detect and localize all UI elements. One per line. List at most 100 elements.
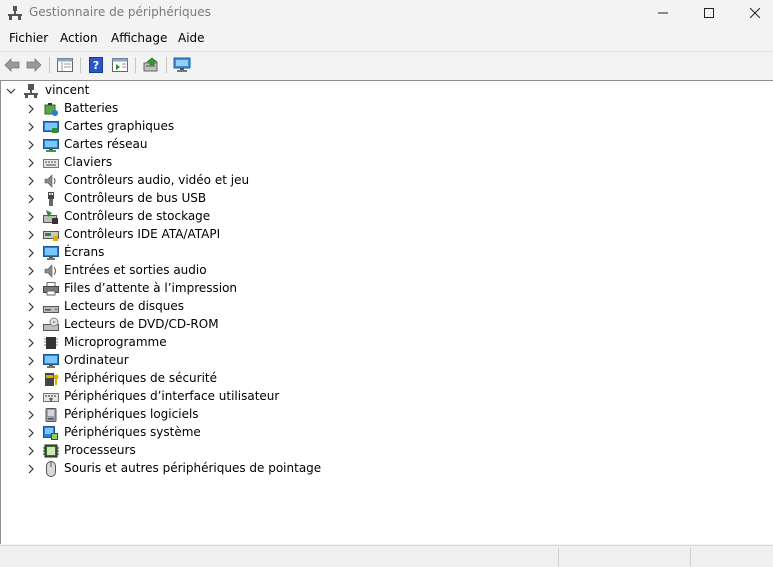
tree-item-label: Contrôleurs IDE ATA/ATAPI (64, 227, 221, 241)
tree-item-label: Périphériques système (64, 425, 201, 439)
back-arrow-icon (4, 58, 20, 72)
tree-root-label: vincent (45, 83, 90, 97)
chevron-right-icon[interactable] (26, 104, 36, 114)
menu-action[interactable]: Action (60, 31, 98, 45)
chevron-right-icon[interactable] (26, 320, 36, 330)
chevron-right-icon[interactable] (26, 356, 36, 366)
disk-drive-icon (43, 306, 59, 313)
chevron-down-icon[interactable] (6, 86, 16, 96)
tree-item[interactable]: Claviers (1, 154, 773, 172)
scan-hardware-button[interactable] (172, 55, 192, 75)
tree-item[interactable]: Batteries (1, 100, 773, 118)
toolbar: ? (0, 51, 773, 78)
tree-item[interactable]: Ordinateur (1, 352, 773, 370)
tree-item[interactable]: Entrées et sorties audio (1, 262, 773, 280)
minimize-button[interactable] (640, 0, 686, 26)
details-pane-button[interactable] (110, 55, 130, 75)
status-bar (0, 545, 773, 567)
forward-arrow-icon (26, 58, 42, 72)
tree-item-label: Périphériques de sécurité (64, 371, 218, 385)
monitor-icon (43, 246, 59, 260)
toolbar-separator (80, 57, 81, 73)
tree-item-label: Écrans (64, 245, 105, 259)
maximize-button[interactable] (686, 0, 732, 26)
computer-icon (24, 84, 38, 98)
tree-item[interactable]: Contrôleurs de stockage (1, 208, 773, 226)
tree-item[interactable]: Contrôleurs de bus USB (1, 190, 773, 208)
chevron-right-icon[interactable] (26, 410, 36, 420)
computer-monitor-icon (43, 354, 59, 368)
tree-item[interactable]: Contrôleurs IDE ATA/ATAPI (1, 226, 773, 244)
tree-item[interactable]: Contrôleurs audio, vidéo et jeu (1, 172, 773, 190)
tree-item[interactable]: Périphériques système (1, 424, 773, 442)
tree-item-label: Souris et autres périphériques de pointa… (64, 461, 322, 475)
tree-item[interactable]: Périphériques logiciels (1, 406, 773, 424)
firmware-chip-icon (44, 337, 58, 349)
tree-item[interactable]: Files d’attente à l’impression (1, 280, 773, 298)
tree-item-label: Cartes réseau (64, 137, 148, 151)
chevron-right-icon[interactable] (26, 464, 36, 474)
software-device-icon (45, 408, 57, 422)
status-pane (558, 548, 691, 567)
chevron-right-icon[interactable] (26, 140, 36, 150)
chevron-right-icon[interactable] (26, 374, 36, 384)
chevron-right-icon[interactable] (26, 230, 36, 240)
chevron-right-icon[interactable] (26, 248, 36, 258)
window-title: Gestionnaire de périphériques (29, 5, 211, 19)
help-button[interactable]: ? (86, 55, 106, 75)
tree-item-label: Périphériques d’interface utilisateur (64, 389, 280, 403)
chevron-right-icon[interactable] (26, 122, 36, 132)
back-button[interactable] (2, 55, 22, 75)
tree-item[interactable]: Souris et autres périphériques de pointa… (1, 460, 773, 478)
tree-item[interactable]: Processeurs (1, 442, 773, 460)
menu-fichier[interactable]: Fichier (9, 31, 48, 45)
tree-item-label: Contrôleurs de stockage (64, 209, 211, 223)
tree-item[interactable]: Écrans (1, 244, 773, 262)
tree-item-label: Ordinateur (64, 353, 129, 367)
chevron-right-icon[interactable] (26, 302, 36, 312)
svg-text:?: ? (93, 59, 99, 72)
menu-aide[interactable]: Aide (178, 31, 205, 45)
chevron-right-icon[interactable] (26, 158, 36, 168)
usb-icon (48, 192, 54, 206)
tree-item[interactable]: Cartes réseau (1, 136, 773, 154)
chevron-right-icon[interactable] (26, 284, 36, 294)
device-manager-icon (8, 6, 22, 20)
mouse-icon (46, 461, 56, 477)
chevron-right-icon[interactable] (26, 194, 36, 204)
close-button[interactable] (732, 0, 773, 26)
tree-item[interactable]: Lecteurs de disques (1, 298, 773, 316)
tree-item-label: Contrôleurs audio, vidéo et jeu (64, 173, 250, 187)
tree-item-label: Cartes graphiques (64, 119, 175, 133)
tree-item-label: Microprogramme (64, 335, 167, 349)
tree-item[interactable]: Périphériques d’interface utilisateur (1, 388, 773, 406)
properties-view-icon (57, 58, 73, 72)
toolbar-separator (135, 57, 136, 73)
tree-item-label: Processeurs (64, 443, 136, 457)
menu-affichage[interactable]: Affichage (111, 31, 167, 45)
chevron-right-icon[interactable] (26, 176, 36, 186)
chevron-right-icon[interactable] (26, 428, 36, 438)
title-bar: Gestionnaire de périphériques (0, 0, 773, 26)
tree-root[interactable]: vincent (1, 82, 773, 100)
network-adapter-icon (43, 139, 59, 152)
close-icon (750, 8, 760, 18)
storage-controller-icon (43, 210, 58, 224)
update-driver-button[interactable] (141, 55, 161, 75)
forward-button[interactable] (24, 55, 44, 75)
tree-item[interactable]: Microprogramme (1, 334, 773, 352)
chevron-right-icon[interactable] (26, 338, 36, 348)
chevron-right-icon[interactable] (26, 266, 36, 276)
tree-item-label: Contrôleurs de bus USB (64, 191, 207, 205)
chevron-right-icon[interactable] (26, 392, 36, 402)
keyboard-icon (43, 159, 59, 168)
tree-item[interactable]: Lecteurs de DVD/CD-ROM (1, 316, 773, 334)
minimize-icon (658, 12, 668, 14)
chevron-right-icon[interactable] (26, 446, 36, 456)
toolbar-separator (166, 57, 167, 73)
details-pane-icon (112, 58, 128, 72)
properties-view-button[interactable] (55, 55, 75, 75)
tree-item[interactable]: Cartes graphiques (1, 118, 773, 136)
tree-item[interactable]: Périphériques de sécurité (1, 370, 773, 388)
chevron-right-icon[interactable] (26, 212, 36, 222)
